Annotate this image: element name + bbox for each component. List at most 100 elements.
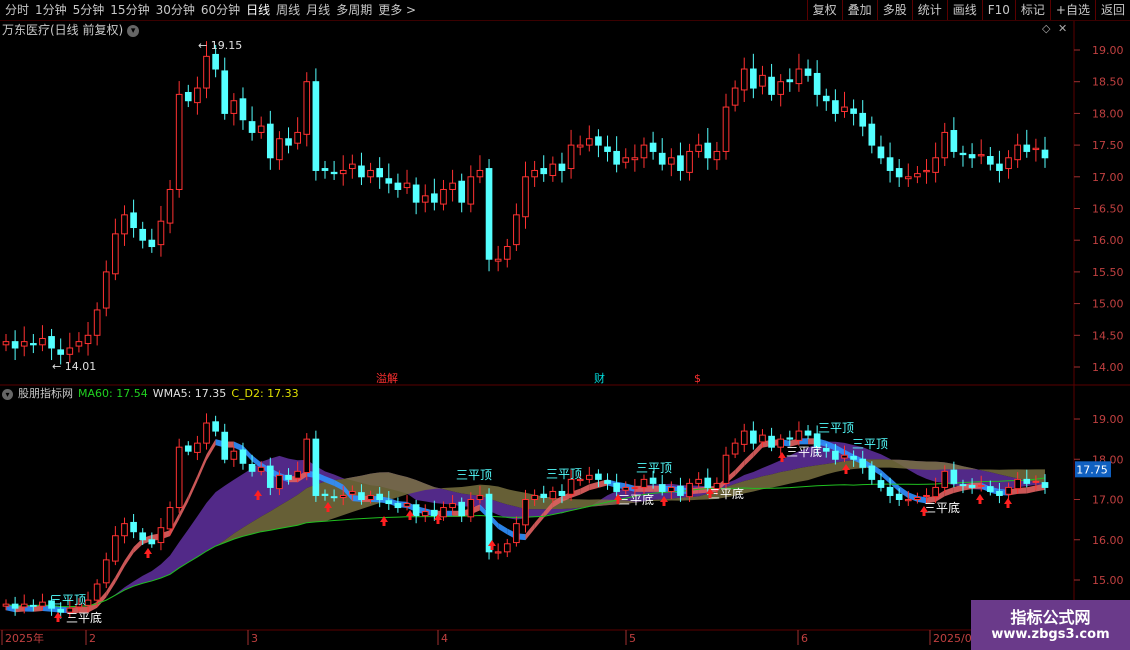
- indicator-candle-body: [777, 438, 785, 448]
- price-candle-body: [20, 341, 28, 347]
- price-candle-body: [822, 95, 830, 102]
- indicator-candle-body: [266, 465, 274, 488]
- indicator-candle-body: [585, 474, 593, 480]
- indicator-title: ▾ 股朋指标网 MA60: 17.54 WMA5: 17.35 C_D2: 17.33: [2, 385, 304, 402]
- indicator-candle-body: [467, 499, 475, 518]
- price-candle-body: [704, 142, 712, 159]
- price-candle-body: [30, 343, 37, 346]
- price-candle-body: [1005, 157, 1012, 170]
- price-candle-body: [239, 98, 247, 121]
- watermark-title: 指标公式网: [1010, 608, 1091, 627]
- signal-top-label: 三平顶: [456, 468, 492, 482]
- date-label: 3: [251, 632, 258, 645]
- price-candle-body: [266, 123, 274, 159]
- indicator-candle-body: [567, 478, 575, 495]
- axis-tick-label: 15.50: [1092, 266, 1124, 279]
- price-candle-body: [412, 184, 420, 203]
- signal-bottom-label: 三平底: [924, 500, 960, 515]
- price-candle-body: [850, 108, 857, 114]
- indicator-candle-body: [923, 494, 930, 497]
- trend-ribbon: [124, 546, 134, 567]
- indicator-candle-body: [686, 482, 693, 498]
- indicator-axis-tick-label: 16.00: [1092, 534, 1124, 547]
- price-candle-body: [631, 157, 639, 161]
- indicator-candle-body: [358, 492, 365, 501]
- trend-ribbon: [197, 454, 207, 482]
- price-candle-body: [868, 123, 876, 146]
- indicator-candle-body: [421, 511, 429, 517]
- date-label: 2025年: [5, 631, 44, 645]
- price-candle-body: [877, 146, 885, 159]
- price-candle-body: [367, 169, 374, 178]
- price-candle-body: [385, 178, 393, 184]
- date-label: 4: [441, 632, 448, 645]
- price-candle-body: [358, 165, 365, 178]
- indicator-candle-body: [740, 430, 748, 445]
- chart-canvas[interactable]: 19.00 18.50 18.00 17.50 17.00 16.50 16.00 15.50…: [0, 0, 1130, 650]
- trend-ribbon: [188, 475, 198, 502]
- axis-tick-label: 14.00: [1092, 361, 1124, 374]
- axis-tick-label: 18.00: [1092, 107, 1124, 120]
- indicator-candle-body: [394, 503, 402, 509]
- trend-ribbon: [735, 460, 745, 476]
- axis-tick-label: 16.50: [1092, 203, 1124, 216]
- indicator-candle-body: [731, 442, 739, 455]
- price-candle-body: [403, 182, 411, 189]
- indicator-candle-body: [750, 430, 757, 444]
- price-candle-body: [449, 182, 456, 190]
- indicator-candle-body: [30, 604, 37, 607]
- indicator-candle-body: [212, 421, 219, 432]
- indicator-candle-body: [412, 504, 420, 517]
- price-candle-body: [950, 130, 958, 152]
- indicator-candle-body: [2, 603, 10, 607]
- axis-tick-label: 17.00: [1092, 171, 1124, 184]
- price-candle-body: [786, 79, 794, 83]
- indicator-candle-body: [440, 507, 447, 518]
- buy-arrow-icon: [406, 510, 414, 520]
- price-candle-body: [604, 146, 611, 152]
- indicator-candle-body: [503, 543, 511, 553]
- price-candle-body: [212, 53, 219, 70]
- event-marker: 财: [594, 371, 605, 385]
- indicator-candle-body: [121, 523, 128, 537]
- indicator-candle-body: [312, 438, 320, 496]
- indicator-axis-tick-label: 15.00: [1092, 574, 1124, 587]
- chevron-down-icon[interactable]: ▾: [127, 24, 140, 37]
- diamond-icon[interactable]: ◇: [1042, 22, 1050, 35]
- price-candle-body: [968, 154, 976, 159]
- axis-tick-label: 17.50: [1092, 139, 1124, 152]
- indicator-candle-body: [230, 450, 238, 460]
- price-candle-body: [66, 347, 74, 355]
- indicator-candle-body: [339, 494, 347, 498]
- trend-ribbon: [525, 522, 535, 541]
- price-candle-body: [230, 100, 238, 114]
- price-candle-body: [941, 131, 949, 159]
- chevron-down-icon[interactable]: ▾: [2, 388, 13, 400]
- price-candle-body: [175, 93, 183, 190]
- indicator-candle-body: [941, 470, 949, 488]
- main-chart-title: 万东医疗(日线 前复权) ▾: [2, 21, 140, 39]
- price-candle-body: [194, 87, 201, 104]
- date-label: 2025/0: [933, 632, 972, 645]
- price-candle-body: [431, 193, 438, 203]
- indicator-candle-body: [886, 486, 894, 496]
- indicator-candle-body: [841, 454, 848, 459]
- price-candle-body: [276, 138, 283, 161]
- signal-bottom-label: 三平底: [618, 492, 654, 507]
- price-candle-body: [2, 341, 10, 346]
- indicator-candle-body: [239, 449, 247, 464]
- signal-top-label: 三平顶: [50, 593, 86, 607]
- buy-arrow-icon: [976, 494, 984, 504]
- indicator-candle-body: [613, 482, 620, 492]
- indicator-candle-body: [631, 486, 639, 490]
- price-candle-body: [203, 55, 210, 89]
- price-candle-body: [740, 68, 748, 91]
- close-icon[interactable]: ✕: [1058, 22, 1067, 35]
- indicator-candle-body: [667, 486, 675, 492]
- price-candle-body: [485, 168, 493, 260]
- indicator-candle-body: [203, 422, 210, 444]
- buy-arrow-icon: [1004, 498, 1012, 508]
- indicator-candle-body: [558, 490, 566, 496]
- indicator-candle-body: [102, 559, 110, 584]
- indicator-candle-body: [904, 499, 912, 502]
